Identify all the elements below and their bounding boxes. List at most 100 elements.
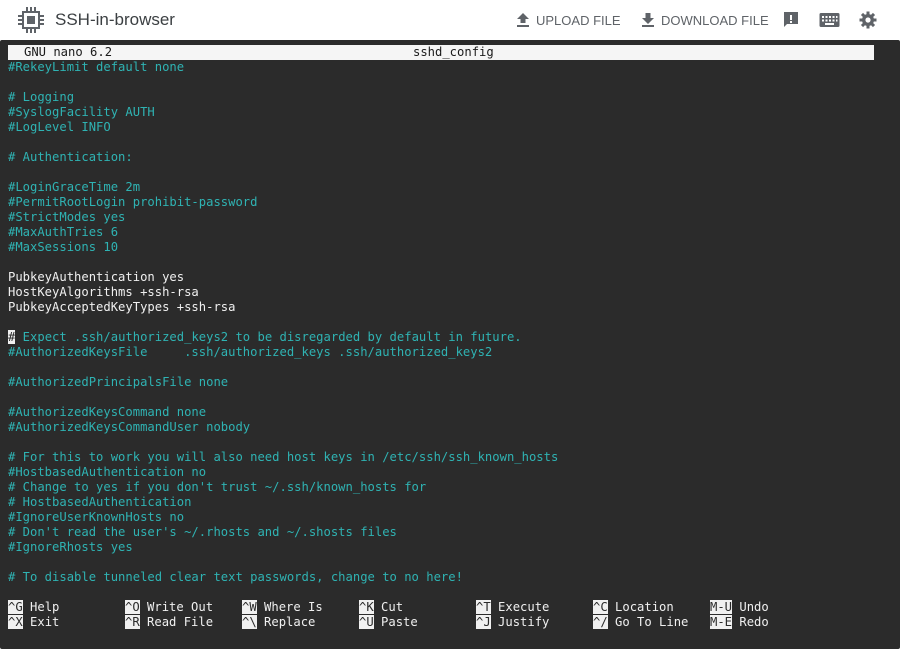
editor-line: #LogLevel INFO (8, 120, 111, 134)
terminal[interactable]: GNU nano 6.2 sshd_config #RekeyLimit def… (0, 40, 900, 649)
editor-line: #HostbasedAuthentication no (8, 465, 207, 479)
app-title: SSH-in-browser (55, 10, 175, 29)
editor-line: #AuthorizedKeysFile .ssh/authorized_keys… (8, 345, 493, 359)
shortcut-key: ^U (359, 615, 374, 629)
shortcut-label: Read File (139, 615, 214, 629)
nano-version: GNU nano 6.2 (24, 45, 113, 59)
upload-icon (517, 13, 529, 27)
app-toolbar: SSH-in-browser UPLOAD FILE DOWNLOAD FILE (0, 0, 900, 40)
feedback-icon (784, 12, 798, 27)
shortcut-item[interactable]: ^\ Replace (242, 615, 315, 630)
shortcut-label: Execute (490, 600, 550, 614)
shortcut-key: ^O (125, 600, 140, 614)
shortcut-item[interactable]: ^W Where Is (242, 600, 323, 615)
shortcut-label: Exit (22, 615, 60, 629)
editor-line: #PermitRootLogin prohibit-password (8, 195, 258, 209)
shortcut-item[interactable]: M-E Redo (710, 615, 769, 630)
nano-editor[interactable]: GNU nano 6.2 sshd_config #RekeyLimit def… (8, 45, 874, 585)
shortcut-label: Help (22, 600, 60, 614)
shortcut-label: Redo (732, 615, 769, 629)
feedback-button[interactable] (780, 10, 802, 30)
shortcut-row: ^X Exit ^R Read File ^\ Replace ^U Paste ^J … (8, 615, 878, 630)
shortcut-item[interactable]: ^/ Go To Line (593, 615, 688, 630)
editor-line: #IgnoreRhosts yes (8, 540, 133, 554)
editor-line: #IgnoreUserKnownHosts no (8, 510, 185, 524)
shortcut-label: Replace (256, 615, 316, 629)
download-icon (642, 13, 654, 27)
editor-line: # To disable tunneled clear text passwor… (8, 570, 463, 584)
shortcut-item[interactable]: M-U Undo (710, 600, 769, 615)
editor-line: #RekeyLimit default none (8, 60, 185, 74)
shortcut-label: Where Is (256, 600, 323, 614)
nano-title-bar: GNU nano 6.2 sshd_config (8, 45, 874, 60)
shortcut-label: Location (607, 600, 674, 614)
editor-line: # Logging (8, 90, 75, 104)
editor-line: #MaxAuthTries 6 (8, 225, 119, 239)
shortcut-key: ^\ (242, 615, 257, 629)
editor-line: #AuthorizedKeysCommand none (8, 405, 207, 419)
shortcut-key: M-E (710, 615, 733, 629)
shortcut-key: ^W (242, 600, 257, 614)
shortcut-item[interactable]: ^C Location (593, 600, 674, 615)
shortcut-key: ^J (476, 615, 491, 629)
shortcut-row: ^G Help ^O Write Out ^W Where Is ^K Cut ^T E… (8, 600, 878, 615)
upload-file-label: UPLOAD FILE (536, 12, 621, 28)
shortcut-label: Justify (490, 615, 550, 629)
shortcut-item[interactable]: ^X Exit (8, 615, 59, 630)
shortcut-key: ^K (359, 600, 374, 614)
editor-line: #AuthorizedPrincipalsFile none (8, 375, 229, 389)
editor-line: #SyslogFacility AUTH (8, 105, 155, 119)
shortcut-label: Cut (373, 600, 404, 614)
editor-line: #AuthorizedKeysCommandUser nobody (8, 420, 251, 434)
shortcut-label: Paste (373, 615, 418, 629)
settings-button[interactable] (857, 10, 879, 30)
editor-line: # Expect .ssh/authorized_keys2 to be dis… (8, 330, 522, 344)
upload-file-button[interactable]: UPLOAD FILE (516, 10, 621, 30)
shortcut-item[interactable]: ^J Justify (476, 615, 549, 630)
shortcut-item[interactable]: ^U Paste (359, 615, 418, 630)
keyboard-icon (819, 13, 839, 27)
download-file-button[interactable]: DOWNLOAD FILE (641, 10, 769, 30)
nano-filename: sshd_config (413, 45, 494, 59)
text-cursor: # (8, 330, 16, 344)
shortcut-item[interactable]: ^T Execute (476, 600, 549, 615)
editor-line: HostKeyAlgorithms +ssh-rsa (8, 285, 199, 299)
shortcut-item[interactable]: ^R Read File (125, 615, 213, 630)
shortcut-label: Undo (732, 600, 769, 614)
shortcut-item[interactable]: ^O Write Out (125, 600, 213, 615)
shortcut-item[interactable]: ^G Help (8, 600, 59, 615)
editor-line: #StrictModes yes (8, 210, 126, 224)
editor-line: # Don't read the user's ~/.rhosts and ~/… (8, 525, 397, 539)
settings-icon (859, 11, 877, 29)
keyboard-button[interactable] (818, 10, 840, 30)
shortcut-key: ^T (476, 600, 491, 614)
editor-line: #LoginGraceTime 2m (8, 180, 141, 194)
download-file-label: DOWNLOAD FILE (661, 12, 769, 28)
editor-line: PubkeyAcceptedKeyTypes +ssh-rsa (8, 300, 236, 314)
editor-line: PubkeyAuthentication yes (8, 270, 185, 284)
shortcut-key: ^R (125, 615, 140, 629)
editor-line: # Authentication: (8, 150, 133, 164)
shortcut-item[interactable]: ^K Cut (359, 600, 403, 615)
editor-line: # For this to work you will also need ho… (8, 450, 559, 464)
editor-content[interactable]: #RekeyLimit default none # Logging #Syslog… (8, 60, 874, 585)
nano-shortcut-bar: ^G Help ^O Write Out ^W Where Is ^K Cut ^T E… (8, 600, 878, 630)
shortcut-label: Write Out (139, 600, 214, 614)
shortcut-key: ^C (593, 600, 608, 614)
compute-engine-logo-icon (18, 7, 44, 33)
shortcut-key: ^G (8, 600, 23, 614)
editor-line: # Change to yes if you don't trust ~/.ss… (8, 480, 427, 494)
shortcut-label: Go To Line (607, 615, 689, 629)
shortcut-key: ^/ (593, 615, 608, 629)
editor-line: # HostbasedAuthentication (8, 495, 192, 509)
shortcut-key: ^X (8, 615, 23, 629)
